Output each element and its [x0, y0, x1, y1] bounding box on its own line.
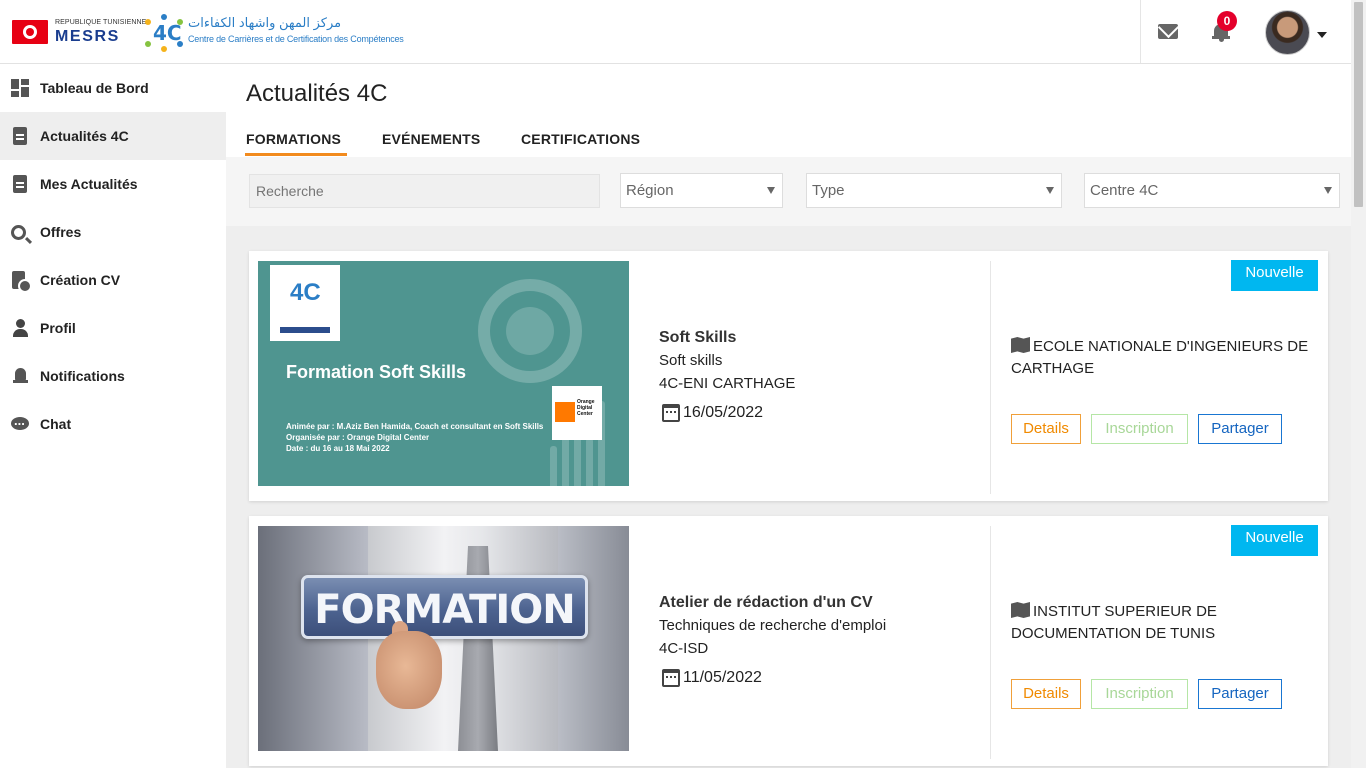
centre-select-value: Centre 4C	[1090, 182, 1159, 199]
logo-mesrs-text: MESRS	[55, 28, 120, 45]
card-divider	[990, 261, 991, 494]
institution-name: INSTITUT SUPERIEUR DE DOCUMENTATION DE T…	[1011, 602, 1217, 642]
sidebar: Tableau de Bord Actualités 4C Mes Actual…	[0, 64, 226, 768]
sidebar-item-mes-actualites[interactable]: Mes Actualités	[0, 160, 226, 208]
scrollbar-thumb[interactable]	[1354, 2, 1363, 207]
type-select[interactable]: Type	[806, 173, 1062, 208]
image-text: Date : du 16 au 18 Mai 2022	[286, 444, 390, 453]
sidebar-item-label: Notifications	[40, 368, 125, 384]
logo-subtitle: Centre de Carrières et de Certification …	[188, 34, 404, 44]
region-select[interactable]: Région	[620, 173, 783, 208]
formation-image[interactable]: 4C Formation Soft Skills Animée par : M.…	[258, 261, 629, 486]
calendar-icon	[662, 669, 680, 687]
new-badge: Nouvelle	[1231, 260, 1318, 291]
new-badge: Nouvelle	[1231, 525, 1318, 556]
formation-image[interactable]: FORMATION	[258, 526, 629, 751]
page-scrollbar[interactable]	[1351, 0, 1366, 768]
formation-card: 4C Formation Soft Skills Animée par : M.…	[249, 251, 1328, 501]
institution-name: ECOLE NATIONALE D'INGENIEURS DE CARTHAGE	[1011, 337, 1309, 377]
document-icon	[13, 175, 27, 193]
image-heading: Formation Soft Skills	[286, 362, 467, 382]
logo-arabic-text: مركز المهن واشهاد الكفاءات	[188, 15, 342, 30]
mail-icon[interactable]	[1158, 24, 1178, 39]
formation-date: 11/05/2022	[683, 669, 762, 686]
chevron-down-icon	[1046, 187, 1054, 194]
logo-republic-text: REPUBLIQUE TUNISIENNE	[55, 19, 147, 26]
search-icon	[11, 224, 26, 240]
sidebar-item-label: Mes Actualités	[40, 176, 138, 192]
sidebar-item-label: Chat	[40, 416, 72, 432]
user-avatar[interactable]	[1265, 10, 1310, 55]
document-icon	[13, 127, 27, 145]
sidebar-item-label: Offres	[40, 224, 82, 240]
type-select-value: Type	[812, 182, 845, 199]
sidebar-item-label: Création CV	[40, 272, 121, 288]
dashboard-icon	[11, 79, 29, 97]
chevron-down-icon	[1324, 187, 1332, 194]
cv-icon	[12, 271, 32, 293]
user-icon	[11, 319, 29, 337]
sidebar-item-notifications[interactable]: Notifications	[0, 352, 226, 400]
formation-title[interactable]: Atelier de rédaction d'un CV	[659, 594, 873, 612]
sidebar-item-label: Tableau de Bord	[40, 80, 149, 96]
formation-centre: 4C-ENI CARTHAGE	[659, 375, 796, 392]
calendar-icon	[662, 404, 680, 422]
orange-logo-icon: Orange Digital Center	[552, 386, 602, 440]
details-button[interactable]: Details	[1011, 679, 1081, 709]
image-heading: FORMATION	[314, 587, 575, 633]
header-divider	[1140, 0, 1141, 63]
user-menu-caret-icon[interactable]	[1317, 32, 1327, 38]
card-divider	[990, 526, 991, 759]
page-title: Actualités 4C	[246, 80, 388, 107]
tab-formations[interactable]: FORMATIONS	[246, 131, 341, 147]
tab-certifications[interactable]: CERTIFICATIONS	[521, 131, 640, 147]
bell-icon	[11, 367, 29, 385]
sidebar-item-tableau-de-bord[interactable]: Tableau de Bord	[0, 64, 226, 112]
centre-select[interactable]: Centre 4C	[1084, 173, 1340, 208]
tunisia-flag-icon	[12, 20, 48, 44]
chevron-down-icon	[767, 187, 775, 194]
sidebar-item-profil[interactable]: Profil	[0, 304, 226, 352]
sidebar-item-label: Profil	[40, 320, 76, 336]
map-icon	[1011, 602, 1030, 618]
formation-plate: FORMATION	[301, 575, 588, 639]
details-button[interactable]: Details	[1011, 414, 1081, 444]
share-button[interactable]: Partager	[1198, 679, 1282, 709]
region-select-value: Région	[626, 182, 674, 199]
share-button[interactable]: Partager	[1198, 414, 1282, 444]
formation-centre: 4C-ISD	[659, 640, 709, 657]
4c-logo-icon: 4C	[270, 265, 340, 341]
tab-evenements[interactable]: EVÉNEMENTS	[382, 131, 480, 147]
chat-icon	[11, 413, 29, 433]
sidebar-item-label: Actualités 4C	[40, 128, 129, 144]
search-input[interactable]	[249, 174, 600, 208]
inscription-button[interactable]: Inscription	[1091, 414, 1188, 444]
formation-category: Soft skills	[659, 352, 723, 369]
image-text: Organisée par : Orange Digital Center	[286, 433, 430, 442]
formation-title[interactable]: Soft Skills	[659, 329, 736, 347]
notification-count-badge: 0	[1217, 11, 1237, 31]
top-header: REPUBLIQUE TUNISIENNE MESRS 4C مركز المه…	[0, 0, 1351, 64]
formation-card: FORMATION Atelier de rédaction d'un CV T…	[249, 516, 1328, 766]
inscription-button[interactable]: Inscription	[1091, 679, 1188, 709]
sidebar-item-chat[interactable]: Chat	[0, 400, 226, 448]
formation-date: 16/05/2022	[683, 404, 764, 421]
formation-category: Techniques de recherche d'emploi	[659, 617, 887, 634]
image-text: Animée par : M.Aziz Ben Hamida, Coach et…	[286, 422, 544, 431]
sidebar-item-creation-cv[interactable]: Création CV	[0, 256, 226, 304]
map-icon	[1011, 337, 1030, 353]
active-tab-indicator	[245, 153, 347, 156]
sidebar-item-offres[interactable]: Offres	[0, 208, 226, 256]
sidebar-item-actualites-4c[interactable]: Actualités 4C	[0, 112, 226, 160]
logo-4c-icon[interactable]: 4C	[145, 14, 183, 52]
